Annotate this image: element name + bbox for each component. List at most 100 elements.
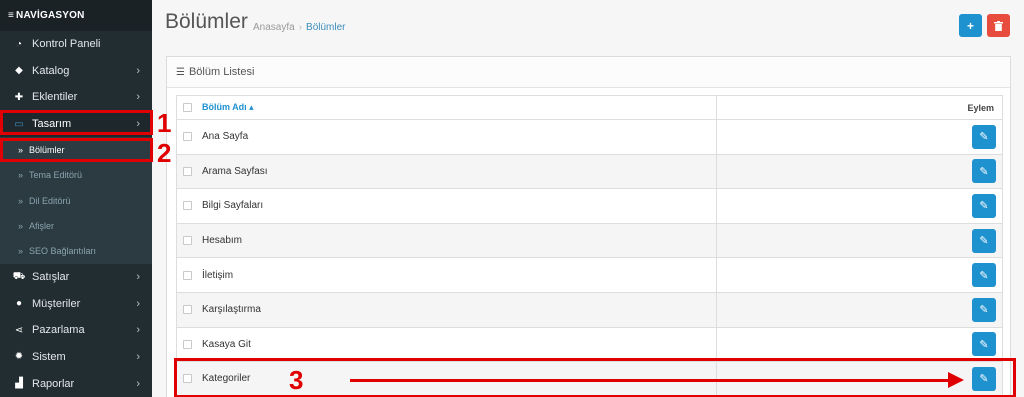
sidebar-item-marketing[interactable]: ⋖ Pazarlama › (0, 317, 152, 344)
column-divider (716, 223, 717, 258)
breadcrumb-current[interactable]: Bölümler (306, 22, 345, 33)
table-row: Bilgi Sayfaları ✎ (177, 189, 1002, 224)
edit-button[interactable]: ✎ (972, 297, 996, 322)
select-all-checkbox[interactable] (183, 103, 192, 112)
pencil-icon: ✎ (979, 304, 989, 317)
bar-chart-icon: ▟ (15, 378, 23, 390)
edit-button[interactable]: ✎ (972, 263, 996, 288)
row-checkbox[interactable] (183, 236, 192, 246)
monitor-icon: ▭ (14, 118, 24, 130)
table-row: Arama Sayfası ✎ (177, 154, 1002, 190)
edit-button[interactable]: ✎ (972, 124, 996, 149)
table-row: Hesabım ✎ (177, 223, 1002, 259)
trash-icon (994, 20, 1003, 31)
add-button[interactable]: + (959, 14, 982, 37)
double-chevron-icon: » (18, 145, 24, 156)
edit-button[interactable]: ✎ (972, 159, 996, 184)
breadcrumb-separator: › (298, 22, 303, 33)
breadcrumb-home[interactable]: Anasayfa (253, 22, 295, 33)
tags-icon: ◆ (15, 65, 23, 77)
column-header-action: Eylem (967, 102, 994, 113)
sidebar-subitem-seo-links[interactable]: » SEO Bağlantıları (0, 239, 152, 264)
row-checkbox[interactable] (183, 132, 192, 142)
chevron-right-icon: › (136, 297, 140, 310)
sidebar-item-system[interactable]: ✹ Sistem › (0, 344, 152, 371)
sidebar-subitem-language-editor[interactable]: » Dil Editörü (0, 188, 152, 213)
sidebar-item-label: Satışlar (32, 271, 70, 284)
column-divider (716, 292, 717, 327)
pencil-icon: ✎ (979, 165, 989, 178)
row-name: Hesabım (202, 235, 243, 247)
sidebar-subitem-label: Dil Editörü (29, 195, 71, 206)
pencil-icon: ✎ (979, 235, 989, 248)
chevron-right-icon: › (136, 91, 140, 104)
pencil-icon: ✎ (979, 269, 989, 282)
column-header-name[interactable]: Bölüm Adı ▴ (202, 102, 254, 113)
menu-icon: ≡ (8, 10, 15, 21)
sidebar-item-extensions[interactable]: ✚ Eklentiler › (0, 84, 152, 111)
column-divider (716, 327, 717, 362)
puzzle-icon: ✚ (14, 91, 24, 103)
edit-button[interactable]: ✎ (972, 228, 996, 253)
section-list-panel: ☰ Bölüm Listesi Bölüm Adı ▴ Eylem Ana Say… (166, 56, 1011, 397)
sidebar-item-label: Müşteriler (32, 297, 81, 310)
sidebar: ≡ NAVİGASYON ◔ Kontrol Paneli ◆ Katalog ›… (0, 0, 152, 397)
table-row: Karşılaştırma ✎ (177, 292, 1002, 328)
chevron-right-icon: › (136, 64, 140, 77)
row-name: Kasaya Git (202, 338, 251, 350)
nav-header: ≡ NAVİGASYON (0, 0, 152, 31)
nav-header-label: NAVİGASYON (16, 10, 85, 21)
dashboard-icon: ◔ (15, 38, 23, 50)
sections-table: Bölüm Adı ▴ Eylem Ana Sayfa ✎ Arama Sayf… (176, 95, 1003, 397)
design-submenu: » Bölümler » Tema Editörü » Dil Editörü » Af… (0, 137, 152, 264)
annotation-number-3: 3 (289, 365, 304, 395)
sidebar-subitem-label: Bölümler (29, 145, 65, 156)
sidebar-subitem-label: Tema Editörü (29, 170, 83, 181)
sidebar-item-design[interactable]: ▭ Tasarım › (0, 110, 152, 138)
annotation-number-2: 2 (157, 138, 172, 168)
sidebar-item-customers[interactable]: ● Müşteriler › (0, 290, 152, 317)
sidebar-item-sales[interactable]: ⛟ Satışlar › (0, 264, 152, 291)
table-row: İletişim ✎ (177, 258, 1002, 293)
row-name: Karşılaştırma (202, 304, 261, 316)
table-row: Kasaya Git ✎ (177, 327, 1002, 363)
delete-button[interactable] (987, 14, 1010, 37)
pencil-icon: ✎ (979, 338, 989, 351)
sidebar-item-reports[interactable]: ▟ Raporlar › (0, 370, 152, 397)
row-name: Arama Sayfası (202, 165, 268, 177)
sidebar-subitem-sections[interactable]: » Bölümler (0, 137, 152, 163)
row-name: Ana Sayfa (202, 131, 249, 143)
user-icon: ● (15, 298, 23, 310)
breadcrumb: Anasayfa › Bölümler (253, 22, 346, 33)
chevron-right-icon: › (136, 377, 140, 390)
table-header-row: Bölüm Adı ▴ Eylem (177, 96, 1002, 120)
double-chevron-icon: » (18, 246, 24, 257)
pencil-icon: ✎ (979, 131, 989, 144)
sidebar-item-label: Eklentiler (32, 91, 78, 104)
row-checkbox[interactable] (183, 374, 192, 384)
edit-button[interactable]: ✎ (972, 193, 996, 218)
row-checkbox[interactable] (183, 339, 192, 349)
sidebar-subitem-banners[interactable]: » Afişler (0, 213, 152, 238)
edit-button[interactable]: ✎ (972, 332, 996, 357)
sidebar-item-dashboard[interactable]: ◔ Kontrol Paneli (0, 31, 152, 58)
pencil-icon: ✎ (979, 200, 989, 213)
row-checkbox[interactable] (183, 166, 192, 176)
row-checkbox[interactable] (183, 305, 192, 315)
gear-icon: ✹ (14, 351, 24, 363)
sidebar-item-catalog[interactable]: ◆ Katalog › (0, 58, 152, 85)
column-divider (716, 96, 717, 119)
column-divider (716, 258, 717, 292)
edit-button[interactable]: ✎ (972, 366, 996, 391)
sidebar-item-label: Kontrol Paneli (32, 38, 101, 51)
sidebar-item-label: Tasarım (32, 118, 72, 131)
sidebar-subitem-label: SEO Bağlantıları (29, 246, 97, 257)
row-checkbox[interactable] (183, 270, 192, 280)
row-name: Bilgi Sayfaları (202, 200, 264, 212)
panel-header: ☰ Bölüm Listesi (167, 57, 1010, 88)
main-content: Bölümler Anasayfa › Bölümler + ☰ Bölüm List… (152, 0, 1024, 397)
double-chevron-icon: » (18, 170, 24, 181)
row-checkbox[interactable] (183, 201, 192, 211)
sidebar-subitem-theme-editor[interactable]: » Tema Editörü (0, 163, 152, 188)
cart-icon: ⛟ (12, 270, 26, 282)
